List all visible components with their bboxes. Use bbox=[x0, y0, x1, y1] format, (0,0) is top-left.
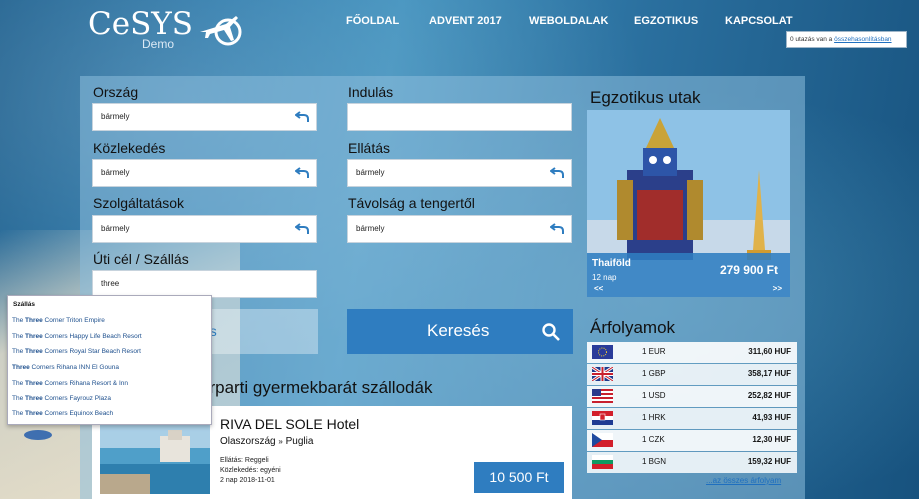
exotic-title: Egzotikus utak bbox=[590, 88, 701, 107]
exotic-price: 279 900 Ft bbox=[719, 263, 778, 277]
autocomplete-item[interactable]: The Three Corners Royal Star Beach Resor… bbox=[12, 348, 141, 355]
search-button[interactable]: Keresés bbox=[347, 309, 573, 354]
services-label: Szolgáltatások bbox=[93, 195, 185, 211]
autocomplete-group-header: Szállás bbox=[13, 301, 36, 308]
reset-arrow-icon[interactable] bbox=[550, 223, 564, 235]
section-title: erparti gyermekbarát szállodák bbox=[200, 378, 433, 397]
eu-flag-icon bbox=[592, 345, 613, 359]
fx-amount: 1 HRK bbox=[642, 413, 666, 422]
location-separator: » bbox=[278, 437, 283, 446]
fx-row-gbp: 1 GBP 358,17 HUF bbox=[587, 364, 797, 385]
exotic-caption: Thaiföld 12 nap 279 900 Ft << >> bbox=[587, 253, 790, 297]
country-select[interactable]: bármely bbox=[92, 103, 317, 131]
board-value: bármely bbox=[356, 168, 385, 177]
plane-globe-icon bbox=[200, 16, 242, 46]
transport-label: Közlekedés bbox=[93, 140, 166, 156]
hotel-photo bbox=[100, 424, 210, 494]
cz-flag-icon bbox=[592, 433, 613, 447]
services-value: bármely bbox=[101, 224, 130, 233]
autocomplete-item[interactable]: The Three Corners Rihana Resort & Inn bbox=[12, 380, 128, 387]
logo-text: CeSYS bbox=[88, 6, 194, 42]
fx-row-usd: 1 USD 252,82 HUF bbox=[587, 386, 797, 407]
reset-arrow-icon[interactable] bbox=[550, 167, 564, 179]
beach-umbrella bbox=[24, 430, 52, 440]
country-value: bármely bbox=[101, 112, 130, 121]
country-label: Ország bbox=[93, 84, 139, 100]
autocomplete-item[interactable]: Three Corners Rihana INN El Gouna bbox=[12, 364, 119, 371]
nav-exotic[interactable]: EGZOTIKUS bbox=[634, 15, 698, 27]
nav-advent[interactable]: ADVENT 2017 bbox=[429, 15, 502, 27]
hotel-price-button[interactable]: 10 500 Ft bbox=[474, 462, 564, 493]
destination-input[interactable]: three bbox=[92, 270, 317, 298]
distance-select[interactable]: bármely bbox=[347, 215, 572, 243]
exotic-slider[interactable]: Thaiföld 12 nap 279 900 Ft << >> bbox=[587, 110, 790, 297]
distance-label: Távolság a tengertől bbox=[348, 195, 475, 211]
fx-amount: 1 CZK bbox=[642, 435, 665, 444]
exotic-days: 12 nap bbox=[592, 273, 617, 282]
fx-amount: 1 GBP bbox=[642, 369, 666, 378]
uk-flag-icon bbox=[592, 367, 613, 381]
departure-label: Indulás bbox=[348, 84, 394, 100]
compare-status: 0 utazás van a összehasonlításban bbox=[786, 31, 907, 48]
distance-value: bármely bbox=[356, 224, 385, 233]
transport-select[interactable]: bármely bbox=[92, 159, 317, 187]
reset-arrow-icon[interactable] bbox=[295, 111, 309, 123]
nav-home[interactable]: FŐOLDAL bbox=[346, 15, 399, 27]
nav-websites[interactable]: WEBOLDALAK bbox=[529, 15, 608, 27]
fx-rate: 252,82 HUF bbox=[747, 391, 791, 400]
hotel-country: Olaszország bbox=[220, 436, 276, 447]
fx-title: Árfolyamok bbox=[590, 318, 676, 337]
all-rates-link[interactable]: ...az összes árfolyam bbox=[706, 476, 781, 485]
slider-next-button[interactable]: >> bbox=[773, 284, 782, 293]
fx-row-hrk: 1 HRK 41,93 HUF bbox=[587, 408, 797, 429]
exotic-destination: Thaiföld bbox=[592, 258, 631, 269]
fx-amount: 1 USD bbox=[642, 391, 666, 400]
fx-rate: 12,30 HUF bbox=[752, 435, 791, 444]
us-flag-icon bbox=[592, 389, 613, 403]
fx-rate: 358,17 HUF bbox=[747, 369, 791, 378]
fx-row-eur: 1 EUR 311,60 HUF bbox=[587, 342, 797, 363]
search-button-label: Keresés bbox=[427, 321, 490, 340]
slider-prev-button[interactable]: << bbox=[594, 284, 603, 293]
fx-row-czk: 1 CZK 12,30 HUF bbox=[587, 430, 797, 451]
destination-label: Úti cél / Szállás bbox=[93, 251, 189, 267]
fx-amount: 1 EUR bbox=[642, 347, 666, 356]
departure-input[interactable] bbox=[347, 103, 572, 131]
fx-amount: 1 BGN bbox=[642, 457, 667, 466]
destination-value: three bbox=[101, 279, 120, 288]
search-icon bbox=[542, 323, 560, 341]
nav-contact[interactable]: KAPCSOLAT bbox=[725, 15, 793, 27]
logo-subtitle: Demo bbox=[142, 37, 175, 51]
fx-rate: 159,32 HUF bbox=[747, 457, 791, 466]
bg-flag-icon bbox=[592, 455, 613, 469]
board-select[interactable]: bármely bbox=[347, 159, 572, 187]
reset-arrow-icon[interactable] bbox=[295, 167, 309, 179]
hotel-transport: Közlekedés: egyéni bbox=[220, 467, 281, 474]
hotel-location: Olaszország » Puglia bbox=[220, 436, 313, 447]
fx-row-bgn: 1 BGN 159,32 HUF bbox=[587, 452, 797, 473]
hotel-region: Puglia bbox=[285, 436, 314, 447]
hr-flag-icon bbox=[592, 411, 613, 425]
autocomplete-item[interactable]: The Three Corners Equinox Beach bbox=[12, 410, 113, 417]
compare-count: 0 utazás van a bbox=[790, 36, 833, 43]
hotel-name[interactable]: RIVA DEL SOLE Hotel bbox=[220, 416, 359, 432]
board-label: Ellátás bbox=[348, 140, 391, 156]
compare-link[interactable]: összehasonlításban bbox=[834, 36, 891, 43]
fx-rate: 311,60 HUF bbox=[748, 347, 791, 356]
autocomplete-dropdown: Szállás The Three Corner Triton Empire T… bbox=[7, 295, 212, 425]
fx-rate: 41,93 HUF bbox=[752, 413, 791, 422]
autocomplete-item[interactable]: The Three Corners Happy Life Beach Resor… bbox=[12, 333, 142, 340]
transport-value: bármely bbox=[101, 168, 130, 177]
services-select[interactable]: bármely bbox=[92, 215, 317, 243]
autocomplete-item[interactable]: The Three Corners Fayrouz Plaza bbox=[12, 395, 111, 402]
autocomplete-item[interactable]: The Three Corner Triton Empire bbox=[12, 317, 105, 324]
reset-arrow-icon[interactable] bbox=[295, 223, 309, 235]
hotel-duration: 2 nap 2018-11-01 bbox=[220, 477, 275, 484]
hotel-board: Ellátás: Reggeli bbox=[220, 457, 269, 464]
site-logo[interactable]: CeSYS Demo bbox=[88, 6, 248, 52]
